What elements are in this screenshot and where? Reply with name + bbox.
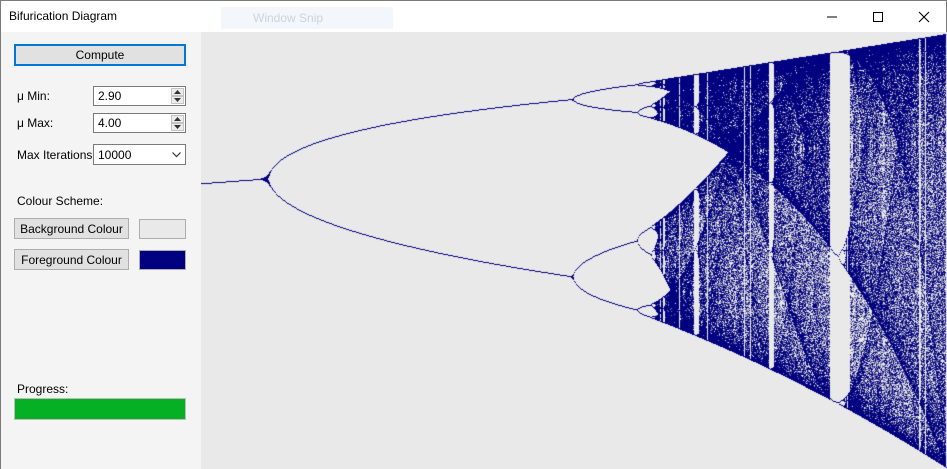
minimize-icon — [827, 16, 837, 17]
mu-min-up-button[interactable] — [171, 88, 184, 96]
mu-min-input[interactable]: 2.90 — [93, 86, 186, 106]
window-title: Bifurication Diagram — [9, 9, 118, 23]
max-iterations-select[interactable]: 10000 — [93, 144, 186, 165]
bifurcation-plot[interactable] — [201, 32, 947, 469]
spin-up-icon — [174, 117, 181, 121]
minimize-button[interactable] — [809, 1, 855, 32]
background-colour-button[interactable]: Background Colour — [14, 218, 129, 239]
app-window: Bifurication Diagram Window Snip Compute… — [0, 0, 947, 469]
spin-down-icon — [174, 98, 181, 102]
compute-button[interactable]: Compute — [14, 44, 186, 66]
chevron-down-icon — [172, 152, 181, 158]
background-colour-swatch[interactable] — [139, 219, 186, 239]
bifurcation-canvas[interactable] — [201, 32, 947, 469]
mu-min-value: 2.90 — [98, 89, 122, 103]
title-bar[interactable]: Bifurication Diagram Window Snip — [1, 1, 946, 32]
window-snip-ghost: Window Snip — [221, 7, 393, 29]
colour-scheme-label: Colour Scheme: — [17, 194, 104, 208]
mu-max-up-button[interactable] — [171, 115, 184, 123]
max-iterations-value: 10000 — [98, 148, 132, 162]
mu-max-label: μ Max: — [17, 116, 54, 130]
mu-min-down-button[interactable] — [171, 96, 184, 104]
mu-max-down-button[interactable] — [171, 123, 184, 131]
max-iterations-label: Max Iterations: — [17, 148, 96, 162]
maximize-icon — [873, 11, 883, 22]
maximize-button[interactable] — [855, 1, 901, 32]
progress-label: Progress: — [17, 382, 69, 396]
progress-bar — [14, 398, 186, 420]
progress-fill — [15, 399, 185, 419]
foreground-colour-swatch[interactable] — [139, 250, 186, 270]
close-icon — [918, 11, 930, 22]
mu-max-input[interactable]: 4.00 — [93, 113, 186, 133]
close-button[interactable] — [901, 1, 947, 32]
foreground-colour-button[interactable]: Foreground Colour — [14, 249, 129, 270]
spin-down-icon — [174, 125, 181, 129]
mu-min-label: μ Min: — [17, 89, 50, 103]
mu-max-value: 4.00 — [98, 116, 122, 130]
spin-up-icon — [174, 90, 181, 94]
